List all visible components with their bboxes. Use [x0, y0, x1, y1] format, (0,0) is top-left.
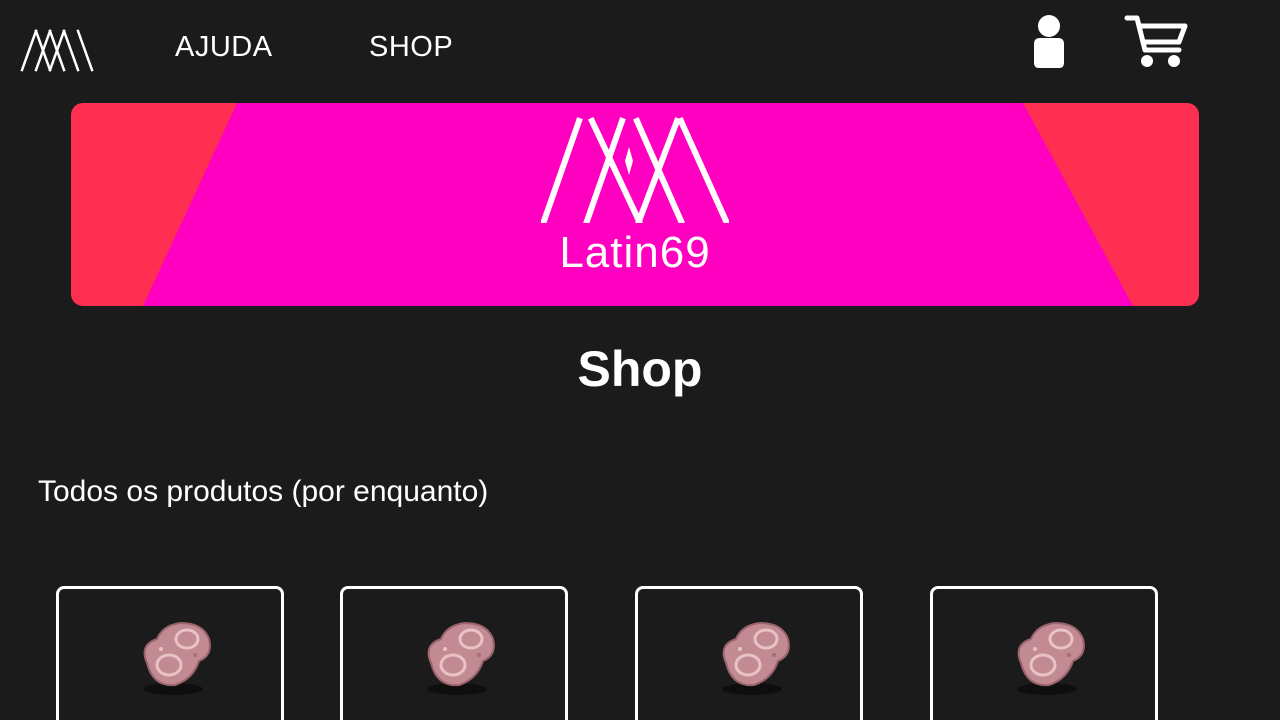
pink-pill-product-image [722, 621, 790, 695]
monogram-icon [20, 29, 94, 72]
shop-page: AJUDA SHOP Latin69 Shop Todos os produto… [0, 0, 1280, 720]
nav-link-ajuda[interactable]: AJUDA [175, 30, 273, 64]
product-card[interactable] [56, 586, 284, 720]
product-card[interactable] [340, 586, 568, 720]
pink-pill-product-image [427, 621, 495, 695]
hero-banner: Latin69 [71, 103, 1199, 306]
page-title: Shop [577, 341, 703, 397]
section-label: Todos os produtos (por enquanto) [38, 475, 489, 508]
banner-brand-name: Latin69 [559, 228, 711, 277]
latin69-monogram-icon [541, 117, 729, 223]
user-icon[interactable] [1030, 14, 1068, 70]
latin69-logo-icon[interactable] [20, 28, 94, 72]
pink-pill-product-image [1017, 621, 1085, 695]
shopping-cart-icon[interactable] [1123, 12, 1189, 70]
product-card[interactable] [930, 586, 1158, 720]
pink-pill-product-image [143, 621, 211, 695]
nav-link-shop[interactable]: SHOP [369, 30, 453, 64]
product-card[interactable] [635, 586, 863, 720]
